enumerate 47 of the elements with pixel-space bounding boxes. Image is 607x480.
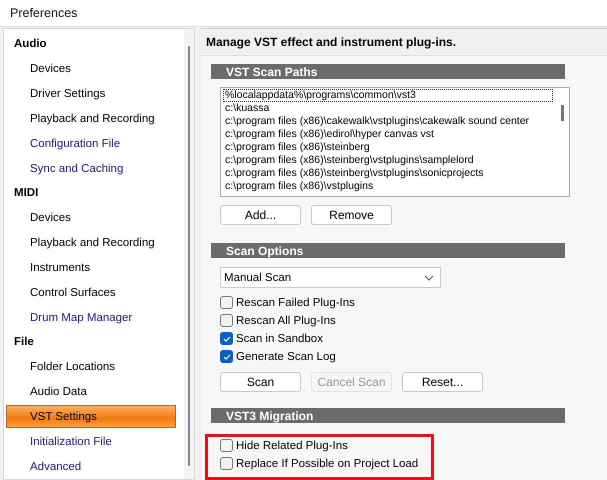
- sidebar-item[interactable]: Playback and Recording: [6, 231, 176, 254]
- path-row[interactable]: c:\kuassa: [223, 102, 553, 115]
- section-heading: VST Scan Paths: [211, 64, 565, 79]
- path-row[interactable]: c:\program files (x86)\steinberg: [223, 141, 553, 154]
- checkbox-option[interactable]: Rescan Failed Plug-Ins: [220, 295, 607, 310]
- group-heading: File: [13, 335, 35, 350]
- checkbox-option[interactable]: Hide Related Plug-Ins: [220, 438, 607, 453]
- checkbox-option[interactable]: Rescan All Plug-Ins: [220, 313, 607, 328]
- action-button[interactable]: Remove: [311, 205, 392, 225]
- chevron-down-icon: [424, 274, 434, 280]
- scrollbar-thumb[interactable]: [560, 105, 564, 121]
- sidebar-item[interactable]: Initialization File: [6, 430, 176, 453]
- scan-mode-dropdown[interactable]: Manual Scan: [220, 267, 441, 288]
- group-heading: MIDI: [13, 186, 40, 201]
- sidebar-item[interactable]: Devices: [6, 57, 176, 80]
- sidebar-item[interactable]: Advanced: [6, 455, 176, 478]
- sidebar-item[interactable]: VST Settings: [6, 405, 176, 428]
- group-heading: Audio: [13, 37, 48, 52]
- action-button[interactable]: Add...: [220, 205, 301, 225]
- path-row[interactable]: c:\program files (x86)\edirol\hyper canvas vst: [223, 128, 553, 141]
- section-heading: Scan Options: [211, 243, 565, 258]
- checkbox-option[interactable]: Generate Scan Log: [220, 349, 607, 364]
- sidebar-item[interactable]: Drum Map Manager: [6, 306, 176, 329]
- sidebar-item[interactable]: Configuration File: [6, 132, 176, 155]
- sidebar-item[interactable]: Driver Settings: [6, 82, 176, 105]
- checkbox-option[interactable]: Scan in Sandbox: [220, 331, 607, 346]
- sidebar-item[interactable]: Playback and Recording: [6, 107, 176, 130]
- sidebar-item[interactable]: Folder Locations: [6, 355, 176, 378]
- sidebar-item[interactable]: Control Surfaces: [6, 281, 176, 304]
- action-button[interactable]: Scan: [220, 372, 301, 392]
- path-row[interactable]: c:\program files (x86)\cakewalk\vstplugins\cakewalk sound center: [223, 115, 553, 128]
- path-row[interactable]: c:\program files (x86)\steinberg\vstplugins\samplelord: [223, 154, 553, 167]
- scrollbar-thumb[interactable]: [188, 46, 190, 466]
- check-icon: [222, 334, 230, 342]
- window-title: Preferences: [10, 6, 78, 20]
- action-button[interactable]: Reset...: [402, 372, 483, 392]
- path-row[interactable]: %localappdata%\programs\common\vst3: [223, 89, 553, 102]
- header-text: Manage VST effect and instrument plug-ins.: [206, 35, 456, 49]
- section-heading: VST3 Migration: [211, 408, 565, 423]
- path-row[interactable]: c:\program files (x86)\steinberg\vstplugins\sonicprojects: [223, 167, 553, 180]
- checkbox-option[interactable]: Replace If Possible on Project Load: [220, 456, 607, 471]
- path-row[interactable]: c:\program files (x86)\vstplugins: [223, 180, 553, 193]
- check-icon: [222, 352, 230, 360]
- sidebar-item[interactable]: Sync and Caching: [6, 157, 176, 180]
- sidebar-item[interactable]: Devices: [6, 206, 176, 229]
- sidebar-item[interactable]: Audio Data: [6, 380, 176, 403]
- sidebar-item[interactable]: Instruments: [6, 256, 176, 279]
